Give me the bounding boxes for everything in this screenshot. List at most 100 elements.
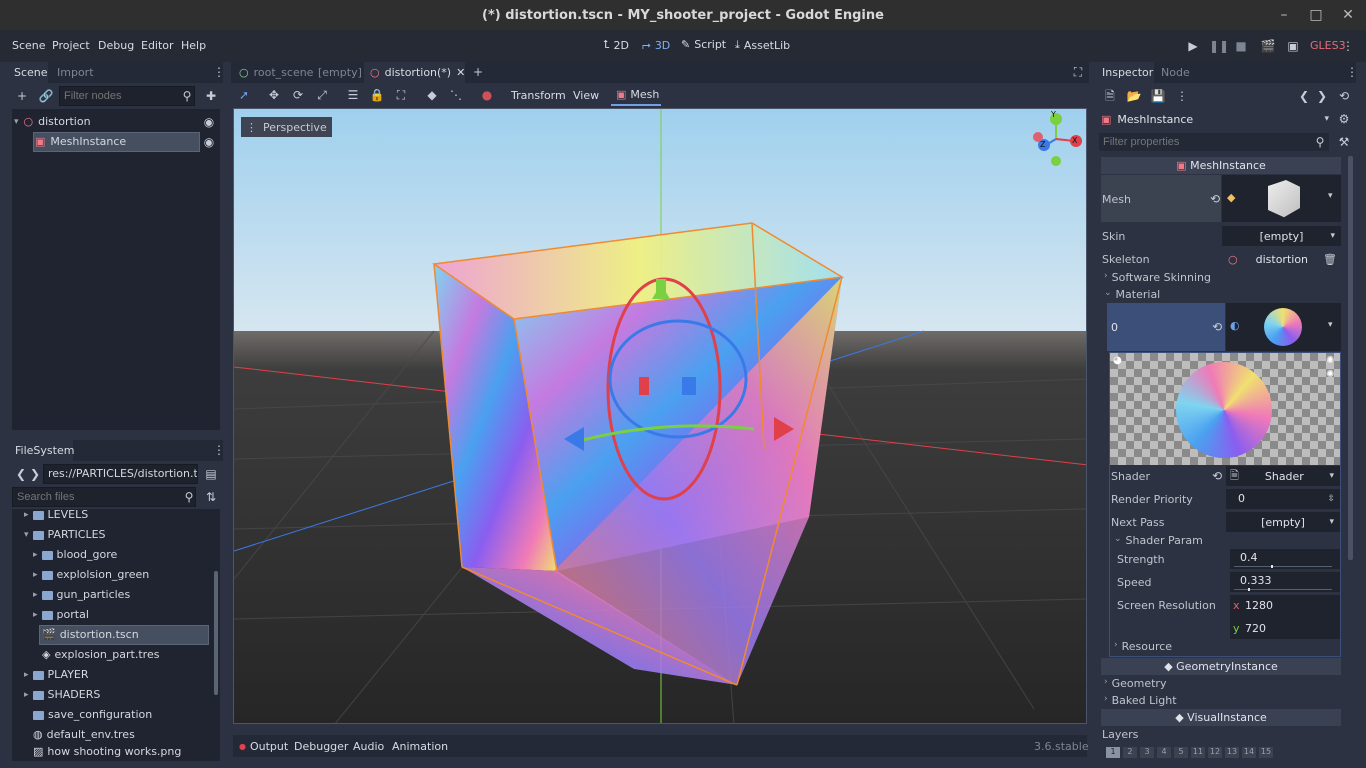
file-tree-scrollbar[interactable] bbox=[214, 571, 218, 695]
debugger-tab[interactable]: Debugger bbox=[294, 740, 348, 753]
add-node-icon[interactable]: + bbox=[14, 88, 30, 104]
perspective-menu[interactable]: ⋮ Perspective bbox=[241, 117, 332, 137]
lock-icon[interactable]: 🔒 bbox=[369, 87, 385, 103]
tree-node-distortion[interactable]: ▾ ○ distortion bbox=[14, 112, 218, 132]
layer-bit[interactable]: 1 bbox=[1106, 747, 1120, 758]
save-icon[interactable]: 💾 bbox=[1150, 88, 1166, 104]
menu-help[interactable]: Help bbox=[181, 39, 206, 52]
render-priority-spinbox[interactable]: 0 ⇳ bbox=[1226, 489, 1340, 509]
resolution-x-value[interactable]: 1280 bbox=[1245, 599, 1273, 612]
revert-icon[interactable]: ⟲ bbox=[1209, 319, 1225, 335]
fs-item[interactable]: ▸ LEVELS bbox=[24, 505, 88, 525]
dock-menu-icon[interactable]: ⋮ bbox=[211, 64, 227, 80]
open-folder-icon[interactable]: 📂 bbox=[1126, 88, 1142, 104]
script-attach-icon[interactable]: ✚ bbox=[203, 88, 219, 104]
object-properties-icon[interactable]: ⚙ bbox=[1336, 111, 1352, 127]
audio-tab[interactable]: Audio bbox=[353, 740, 384, 753]
tab-root-scene[interactable]: ○ root_scene bbox=[239, 66, 313, 79]
fs-item[interactable]: ▸ gun_particles bbox=[33, 585, 130, 605]
layers-grid[interactable]: 1 2 3 4 5 11 12 13 14 15 bbox=[1106, 747, 1336, 758]
tab-empty[interactable]: [empty] bbox=[318, 66, 362, 79]
geometry-section[interactable]: › Geometry bbox=[1104, 677, 1166, 690]
split-view-icon[interactable]: ▤ bbox=[203, 466, 219, 482]
fs-item[interactable]: ▨ how shooting works.png bbox=[33, 745, 181, 758]
fs-item[interactable]: ▸ explolsion_green bbox=[33, 565, 149, 585]
filter-settings-icon[interactable]: ⚒ bbox=[1336, 134, 1352, 150]
clear-icon[interactable]: 🗑 bbox=[1323, 253, 1337, 266]
layer-bit[interactable]: 5 bbox=[1174, 747, 1188, 758]
layer-bit[interactable]: 13 bbox=[1225, 747, 1239, 758]
rotate-tool-icon[interactable]: ⟳ bbox=[290, 87, 306, 103]
baked-light-section[interactable]: › Baked Light bbox=[1104, 694, 1177, 707]
menu-debug[interactable]: Debug bbox=[98, 39, 134, 52]
animation-tab[interactable]: Animation bbox=[392, 740, 448, 753]
material-picker[interactable]: ◐ ▾ bbox=[1226, 303, 1341, 351]
mode-script-button[interactable]: ✎ Script bbox=[681, 38, 726, 51]
fs-item[interactable]: ▸ SHADERS bbox=[24, 685, 100, 705]
select-tool-icon[interactable]: ➚ bbox=[236, 87, 252, 103]
history-forward-icon[interactable]: ❯ bbox=[1314, 88, 1330, 104]
local-space-icon[interactable]: ◆ bbox=[424, 87, 440, 103]
visibility-eye-icon[interactable]: ◉ bbox=[201, 114, 217, 130]
tab-scene[interactable]: Scene bbox=[14, 66, 48, 79]
fs-item[interactable]: save_configuration bbox=[33, 705, 152, 725]
close-button[interactable]: ✕ bbox=[1338, 5, 1358, 25]
fs-item[interactable]: ▾ PARTICLES bbox=[24, 525, 106, 545]
fs-item[interactable]: ▸ PLAYER bbox=[24, 665, 89, 685]
layer-bit[interactable]: 3 bbox=[1140, 747, 1154, 758]
minimize-button[interactable]: – bbox=[1274, 5, 1294, 25]
layer-bit[interactable]: 14 bbox=[1242, 747, 1256, 758]
new-resource-icon[interactable]: 🗎 bbox=[1102, 88, 1118, 104]
screen-resolution-field[interactable]: x 1280 y 720 bbox=[1230, 595, 1340, 639]
tab-node[interactable]: Node bbox=[1161, 66, 1190, 79]
stop-icon[interactable]: ■ bbox=[1233, 38, 1249, 54]
play-custom-scene-icon[interactable]: ▣ bbox=[1285, 38, 1301, 54]
mode-2d-button[interactable]: ⮤ 2D bbox=[603, 38, 629, 52]
scale-tool-icon[interactable]: ⤢ bbox=[314, 87, 330, 103]
material-section[interactable]: ⌄ Material bbox=[1104, 288, 1160, 301]
play-scene-icon[interactable]: 🎬 bbox=[1260, 38, 1276, 54]
move-tool-icon[interactable]: ✥ bbox=[266, 87, 282, 103]
software-skinning-section[interactable]: › Software Skinning bbox=[1104, 271, 1211, 284]
history-icon[interactable]: ⟲ bbox=[1336, 88, 1352, 104]
sun-icon[interactable]: ✺ bbox=[1326, 355, 1334, 366]
fs-item[interactable]: ◈ explosion_part.tres bbox=[42, 645, 159, 665]
group-icon[interactable]: ⛶ bbox=[393, 87, 409, 103]
link-icon[interactable]: 🔗 bbox=[38, 88, 54, 104]
tab-import[interactable]: Import bbox=[57, 66, 94, 79]
play-icon[interactable]: ▶ bbox=[1185, 38, 1201, 54]
layer-bit[interactable]: 4 bbox=[1157, 747, 1171, 758]
pause-icon[interactable]: ❚❚ bbox=[1209, 38, 1229, 54]
property-filter-input[interactable] bbox=[1099, 133, 1329, 151]
viewport-scene[interactable] bbox=[234, 109, 1087, 724]
path-field[interactable]: res://PARTICLES/distortion.tscn bbox=[43, 464, 198, 484]
tab-inspector[interactable]: Inspector bbox=[1102, 66, 1153, 79]
resolution-y-value[interactable]: 720 bbox=[1245, 622, 1266, 635]
menu-project[interactable]: Project bbox=[52, 39, 90, 52]
menu-scene[interactable]: Scene bbox=[12, 39, 46, 52]
forward-icon[interactable]: ❯ bbox=[27, 466, 43, 482]
layer-bit[interactable]: 11 bbox=[1191, 747, 1205, 758]
revert-icon[interactable]: ⟲ bbox=[1209, 468, 1225, 484]
close-icon[interactable]: ✕ bbox=[456, 66, 465, 79]
layer-bit[interactable]: 15 bbox=[1259, 747, 1273, 758]
file-search-input[interactable] bbox=[12, 487, 196, 507]
maximize-button[interactable]: □ bbox=[1306, 5, 1326, 25]
camera-override-icon[interactable]: ● bbox=[479, 87, 495, 103]
scene-filter-input[interactable] bbox=[59, 86, 195, 106]
slider-grabber[interactable] bbox=[1248, 588, 1250, 591]
fs-item[interactable]: 🎬 distortion.tscn bbox=[42, 625, 139, 645]
list-select-icon[interactable]: ☰ bbox=[345, 87, 361, 103]
output-tab[interactable]: ● Output bbox=[239, 740, 288, 753]
shader-field[interactable]: 🗎 Shader ▾ bbox=[1226, 466, 1340, 486]
inspector-scrollbar[interactable] bbox=[1348, 156, 1353, 560]
resource-section[interactable]: › Resource bbox=[1114, 640, 1172, 653]
fs-item[interactable]: ◍ default_env.tres bbox=[33, 725, 135, 745]
transform-menu[interactable]: Transform bbox=[511, 89, 566, 102]
menu-editor[interactable]: Editor bbox=[141, 39, 174, 52]
more-icon[interactable]: ⋮ bbox=[1174, 88, 1190, 104]
add-tab-icon[interactable]: + bbox=[470, 64, 486, 80]
sun-icon[interactable]: ✺ bbox=[1326, 369, 1334, 380]
tree-node-meshinstance[interactable]: ▣ MeshInstance bbox=[35, 132, 126, 152]
speed-slider[interactable]: 0.333 bbox=[1230, 572, 1340, 592]
